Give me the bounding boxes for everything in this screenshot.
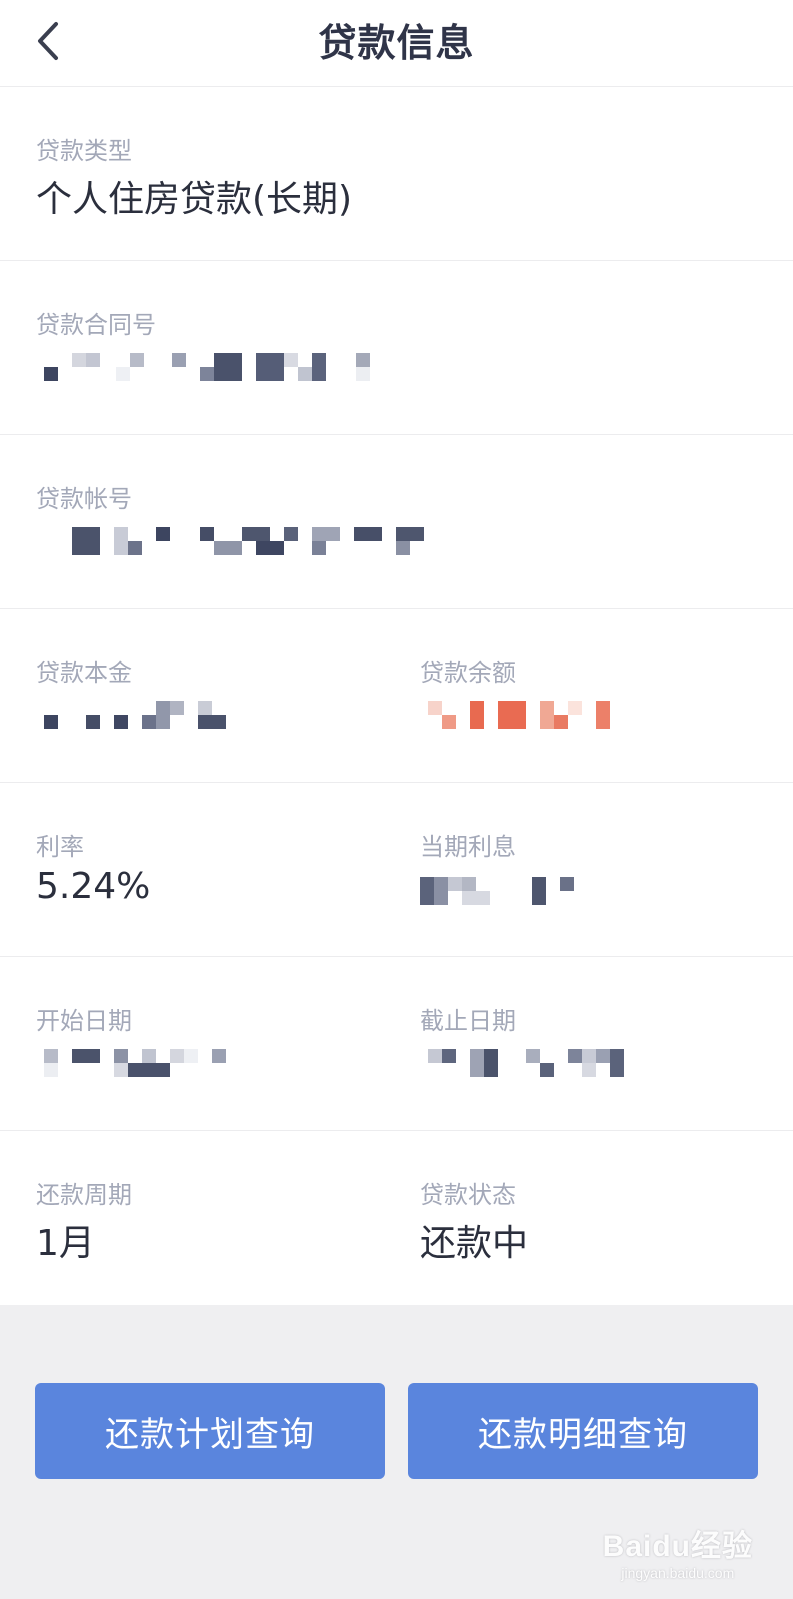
baidu-watermark: Baidu经验 jingyan.baidu.com xyxy=(603,1521,753,1581)
row-account-no: 贷款帐号 xyxy=(0,435,793,609)
row-loan-type: 贷款类型 个人住房贷款(长期) xyxy=(0,87,793,261)
loan-info-list: 贷款类型 个人住房贷款(长期) 贷款合同号 贷款帐号 贷款本金 贷款余额 利率 … xyxy=(0,87,793,1305)
masked-value xyxy=(420,701,620,731)
page-title: 贷款信息 xyxy=(318,21,475,65)
field-label: 贷款本金 xyxy=(36,659,132,687)
row-contract-no: 贷款合同号 xyxy=(0,261,793,435)
field-label: 当期利息 xyxy=(420,833,516,861)
field-label: 贷款余额 xyxy=(420,659,516,687)
field-value: 个人住房贷款(长期) xyxy=(36,179,353,220)
watermark-url: jingyan.baidu.com xyxy=(621,1565,735,1581)
nav-bar: 贷款信息 xyxy=(0,0,793,87)
field-label: 贷款帐号 xyxy=(36,485,132,513)
field-value: 还款中 xyxy=(420,1223,529,1264)
masked-value xyxy=(420,1049,640,1079)
field-label: 开始日期 xyxy=(36,1007,132,1035)
field-label: 贷款类型 xyxy=(36,137,132,165)
repayment-detail-query-button[interactable]: 还款明细查询 xyxy=(408,1383,758,1479)
repayment-plan-query-button[interactable]: 还款计划查询 xyxy=(35,1383,385,1479)
action-footer: 还款计划查询 还款明细查询 Baidu经验 jingyan.baidu.com xyxy=(0,1336,793,1599)
field-value: 1月 xyxy=(36,1223,95,1264)
masked-value xyxy=(36,701,236,731)
field-label: 贷款状态 xyxy=(420,1181,516,1209)
field-label: 还款周期 xyxy=(36,1181,132,1209)
masked-value xyxy=(36,527,436,557)
watermark-brand: Baidu经验 xyxy=(602,1530,753,1563)
field-label: 贷款合同号 xyxy=(36,311,156,339)
field-value: 5.24% xyxy=(36,866,151,907)
field-label: 截止日期 xyxy=(420,1007,516,1035)
masked-value xyxy=(36,1049,256,1079)
row-period-status: 还款周期 1月 贷款状态 还款中 xyxy=(0,1131,793,1305)
masked-value xyxy=(36,353,376,383)
row-amounts: 贷款本金 贷款余额 xyxy=(0,609,793,783)
masked-value xyxy=(420,877,580,907)
row-rate-interest: 利率 5.24% 当期利息 xyxy=(0,783,793,957)
row-dates: 开始日期 截止日期 xyxy=(0,957,793,1131)
field-label: 利率 xyxy=(36,833,84,861)
